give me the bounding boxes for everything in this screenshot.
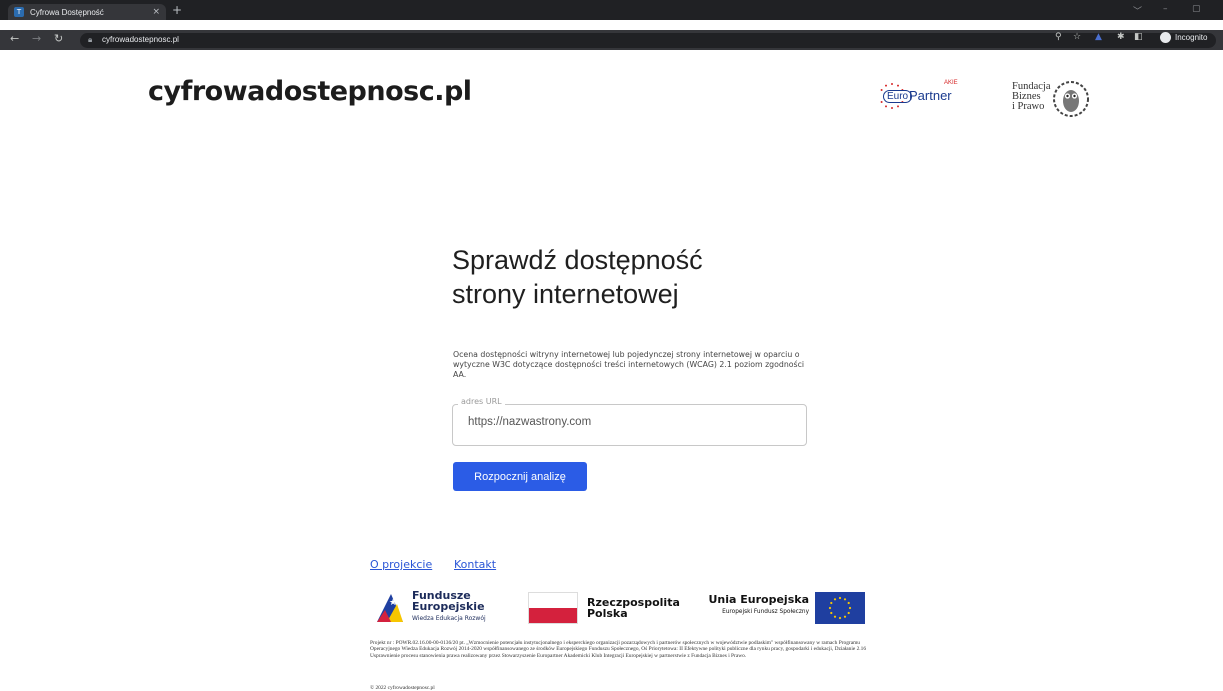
incognito-icon [1160,32,1171,43]
fundacja-biznes-prawo-logo[interactable]: Fundacja Biznes i Prawo [1012,80,1097,120]
incognito-indicator[interactable]: Incognito [1160,32,1207,43]
forward-icon[interactable]: → [32,33,41,45]
address-bar[interactable]: 🔒︎ cyfrowadostepnosc.pl [80,33,1216,48]
europartner-logo[interactable]: Euro Partner AKIE [878,80,968,112]
ue-subtitle: Europejski Fundusz Społeczny [722,609,809,615]
footer-link-contact[interactable]: Kontakt [454,558,496,571]
rp-name: Rzeczpospolita Polska [587,596,680,620]
address-url: cyfrowadostepnosc.pl [102,35,179,44]
start-analysis-button[interactable]: Rozpocznij analizę [453,462,587,491]
minimize-icon[interactable]: – [1163,4,1168,14]
partner-name: Partner [909,88,952,103]
tab-close-icon[interactable]: × [152,7,160,17]
browser-tab-bar: T Cyfrowa Dostępność × + ﹀ – ▢ [0,0,1223,20]
site-favicon-icon: T [14,7,24,17]
restore-icon[interactable]: ▢ [1192,4,1201,14]
fundusze-europejskie-logo: ★ Fundusze Europejskie Wiedza Edukacja R… [374,590,514,626]
project-legal-note: Projekt nr : POWR.02.16.00-00-0136/20 pt… [370,640,867,659]
footer-link-about[interactable]: O projekcie [370,558,432,571]
foundation-name: Fundacja Biznes i Prawo [1012,81,1051,112]
site-logo[interactable]: cyfrowadostepnosc.pl [148,76,472,107]
bookmark-star-icon[interactable]: ☆ [1073,32,1081,42]
browser-toolbar: ← → ↻ 🔒︎ cyfrowadostepnosc.pl ⚲ ☆ ▲ ✱ ◧ … [0,30,1223,50]
polish-flag [528,592,578,624]
page-description: Ocena dostępności witryny internetowej l… [453,350,805,379]
new-tab-icon[interactable]: + [172,4,182,16]
reload-icon[interactable]: ↻ [54,33,63,45]
owl-emblem-icon [1053,81,1089,117]
side-panel-icon[interactable]: ◧ [1134,32,1143,42]
page-title: Sprawdź dostępność strony internetowej [452,245,703,309]
browser-tab[interactable]: T Cyfrowa Dostępność × [8,4,166,20]
ue-name: Unia Europejska [708,593,809,606]
back-icon[interactable]: ← [10,33,19,45]
fe-name: Fundusze Europejskie [412,589,485,613]
svg-text:★: ★ [389,598,397,608]
eu-flag-icon [815,592,865,624]
lock-icon: 🔒︎ [88,35,93,44]
partner-akie-tag: AKIE [944,80,958,86]
zoom-icon[interactable]: ⚲ [1055,32,1062,42]
tab-search-icon[interactable]: ﹀ [1133,4,1142,17]
partner-euro-mark: Euro [883,90,913,103]
incognito-label: Incognito [1175,33,1208,42]
extensions-puzzle-icon[interactable]: ✱ [1117,32,1125,42]
url-field-label: adres URL [458,397,505,406]
fe-star-flag-icon: ★ [377,594,403,622]
tab-title: Cyfrowa Dostępność [30,7,104,17]
url-input[interactable] [468,416,788,428]
copyright: © 2022 cyfrowadostepnosc.pl [370,685,435,691]
extension-icon[interactable]: ▲ [1095,32,1102,42]
fe-subtitle: Wiedza Edukacja Rozwój [412,615,486,622]
